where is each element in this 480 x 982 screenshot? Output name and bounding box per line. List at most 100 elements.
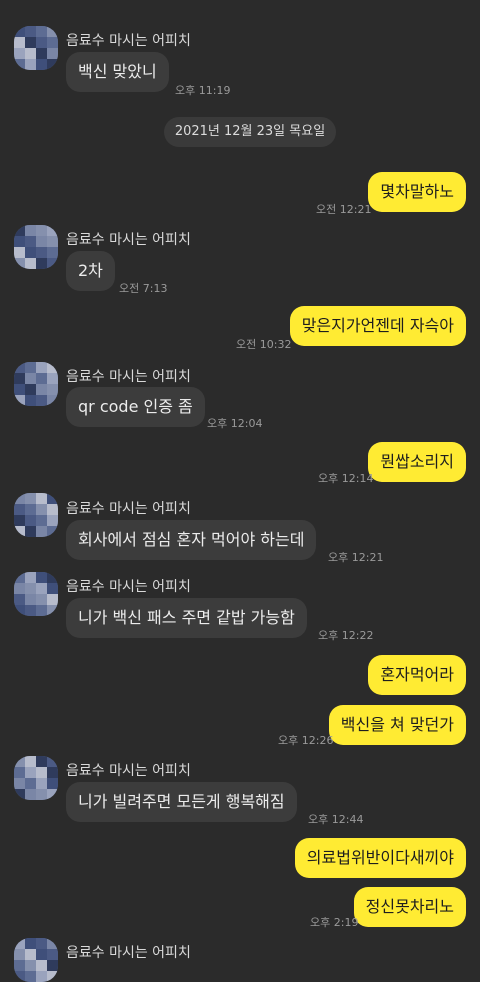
avatar-pixel [47, 526, 58, 537]
avatar-pixel [25, 26, 36, 37]
message-bubble-outgoing[interactable]: 몇차말하노 [368, 172, 466, 212]
avatar-pixel [14, 59, 25, 70]
avatar-pixel [47, 756, 58, 767]
sender-avatar[interactable] [14, 756, 58, 800]
avatar-pixel [14, 778, 25, 789]
message-bubble-outgoing[interactable]: 맞은지가언젠데 자슥아 [289, 306, 466, 346]
avatar-pixel [36, 938, 47, 949]
sender-name: 음료수 마시는 어피치 [66, 369, 191, 385]
avatar-pixel [47, 789, 58, 800]
avatar-pixel [14, 971, 25, 982]
avatar-pixel [25, 756, 36, 767]
avatar-pixel [25, 48, 36, 59]
message-bubble-outgoing[interactable]: 혼자먹어라 [368, 655, 466, 695]
avatar-pixel [36, 583, 47, 594]
avatar-pixel [14, 373, 25, 384]
avatar-pixel [36, 605, 47, 616]
avatar-pixel [25, 949, 36, 960]
sender-avatar[interactable] [14, 572, 58, 616]
avatar-pixel [36, 247, 47, 258]
avatar-pixel [25, 258, 36, 269]
avatar-pixel [47, 362, 58, 373]
avatar-pixel [36, 778, 47, 789]
message-time: 오후 12:44 [308, 813, 364, 826]
avatar-pixel [25, 583, 36, 594]
message-bubble-incoming[interactable]: qr code 인증 좀 [66, 387, 205, 427]
avatar-pixel [25, 504, 36, 515]
avatar-pixel [25, 971, 36, 982]
chat-view[interactable]: 음료수 마시는 어피치 백신 맞았니 오후 11:19 2021년 12월 23… [0, 0, 480, 982]
avatar-pixel [36, 384, 47, 395]
avatar-pixel [14, 236, 25, 247]
avatar-pixel [36, 493, 47, 504]
avatar-pixel [25, 225, 36, 236]
message-bubble-outgoing[interactable]: 백신을 쳐 맞던가 [328, 705, 466, 745]
sender-avatar[interactable] [14, 26, 58, 70]
message-bubble-incoming[interactable]: 니가 빌려주면 모든게 행복해짐 [66, 782, 297, 822]
avatar-pixel [14, 362, 25, 373]
avatar-pixel [36, 767, 47, 778]
avatar-pixel [14, 48, 25, 59]
avatar-pixel [14, 789, 25, 800]
avatar-pixel [14, 247, 25, 258]
message-bubble-incoming[interactable]: 2차 [66, 251, 115, 291]
avatar-pixel [47, 258, 58, 269]
avatar-pixel [14, 938, 25, 949]
avatar-pixel [14, 572, 25, 583]
message-time: 오후 12:04 [207, 417, 263, 430]
message-bubble-outgoing[interactable]: 뭔쌉소리지 [368, 442, 466, 482]
avatar-pixel [47, 48, 58, 59]
avatar-pixel [47, 949, 58, 960]
avatar-pixel [47, 767, 58, 778]
message-bubble-outgoing[interactable]: 의료법위반이다새끼야 [294, 838, 466, 878]
avatar-pixel [36, 594, 47, 605]
sender-name: 음료수 마시는 어피치 [66, 232, 191, 248]
sender-name: 음료수 마시는 어피치 [66, 945, 191, 961]
avatar-pixel [36, 960, 47, 971]
avatar-pixel [36, 225, 47, 236]
avatar-pixel [25, 493, 36, 504]
avatar-pixel [14, 258, 25, 269]
message-time: 오후 12:14 [318, 472, 374, 485]
avatar-pixel [14, 26, 25, 37]
date-divider: 2021년 12월 23일 목요일 [164, 117, 336, 147]
avatar-pixel [14, 949, 25, 960]
avatar-pixel [47, 225, 58, 236]
avatar-pixel [47, 247, 58, 258]
message-time: 오후 12:26 [278, 734, 334, 747]
avatar-pixel [25, 767, 36, 778]
avatar-pixel [14, 605, 25, 616]
avatar-pixel [25, 236, 36, 247]
avatar-pixel [25, 395, 36, 406]
avatar-pixel [14, 493, 25, 504]
avatar-pixel [36, 395, 47, 406]
avatar-pixel [14, 384, 25, 395]
avatar-pixel [47, 395, 58, 406]
avatar-pixel [25, 778, 36, 789]
sender-avatar[interactable] [14, 493, 58, 537]
message-bubble-incoming[interactable]: 백신 맞았니 [66, 52, 169, 92]
avatar-pixel [47, 384, 58, 395]
avatar-pixel [14, 37, 25, 48]
avatar-pixel [36, 362, 47, 373]
avatar-pixel [47, 960, 58, 971]
avatar-pixel [47, 605, 58, 616]
avatar-pixel [14, 756, 25, 767]
message-bubble-outgoing[interactable]: 정신못차리노 [353, 887, 466, 927]
message-time: 오후 2:19 [310, 916, 359, 929]
avatar-pixel [36, 258, 47, 269]
avatar-pixel [36, 572, 47, 583]
message-time: 오전 10:32 [236, 338, 292, 351]
avatar-pixel [25, 37, 36, 48]
avatar-pixel [14, 515, 25, 526]
message-time: 오후 12:22 [318, 629, 374, 642]
avatar-pixel [25, 789, 36, 800]
sender-avatar[interactable] [14, 938, 58, 982]
sender-avatar[interactable] [14, 225, 58, 269]
avatar-pixel [36, 373, 47, 384]
message-bubble-incoming[interactable]: 니가 백신 패스 주면 같밥 가능함 [66, 598, 307, 638]
sender-name: 음료수 마시는 어피치 [66, 763, 191, 779]
avatar-pixel [14, 960, 25, 971]
message-bubble-incoming[interactable]: 회사에서 점심 혼자 먹어야 하는데 [66, 520, 317, 560]
sender-avatar[interactable] [14, 362, 58, 406]
